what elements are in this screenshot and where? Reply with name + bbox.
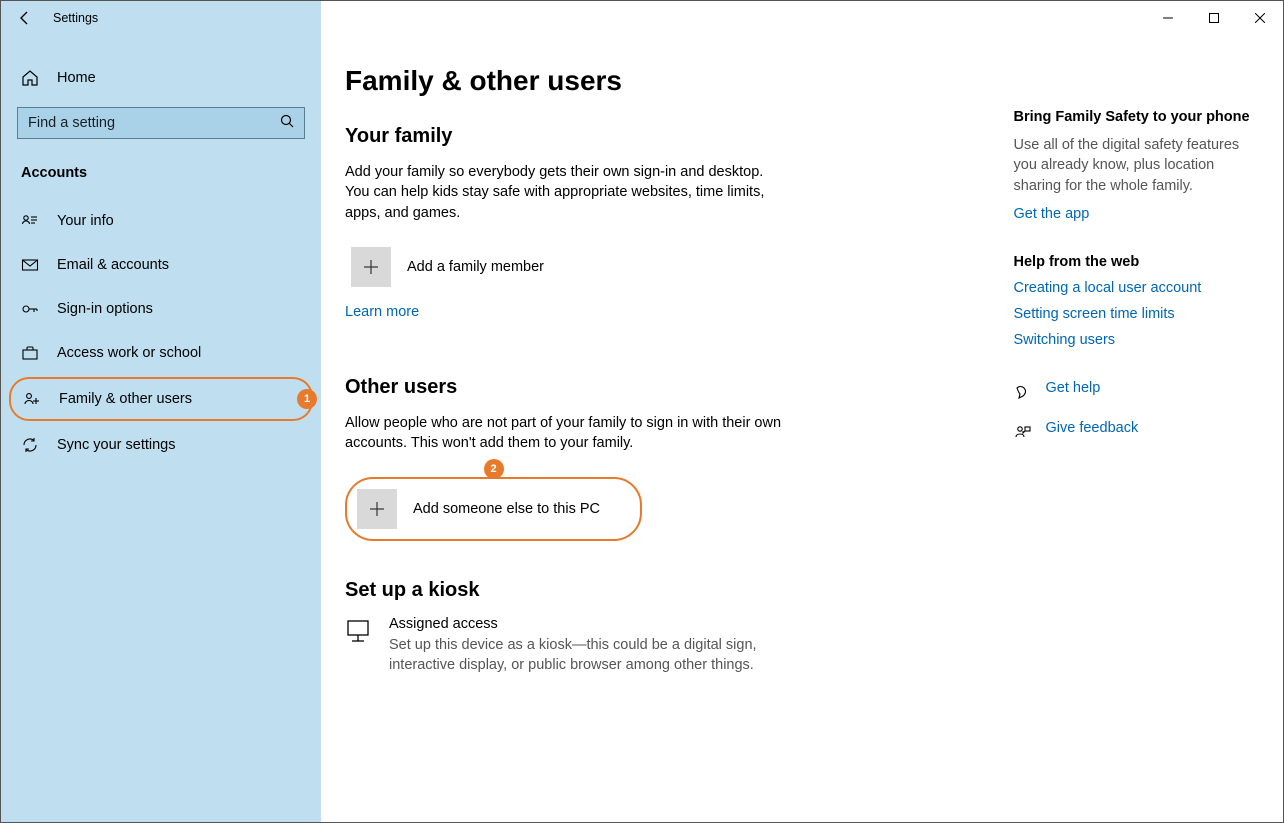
titlebar-left: Settings (1, 1, 321, 35)
other-users-desc: Allow people who are not part of your fa… (345, 413, 785, 454)
help-link-switching-users[interactable]: Switching users (1014, 332, 1260, 348)
sidebar-item-access-work-school[interactable]: Access work or school (1, 331, 321, 375)
sidebar-item-sync-settings[interactable]: Sync your settings (1, 423, 321, 467)
give-feedback-label[interactable]: Give feedback (1046, 420, 1139, 436)
assigned-access-title: Assigned access (389, 616, 789, 632)
page-title: Family & other users (345, 65, 974, 97)
kiosk-heading: Set up a kiosk (345, 579, 974, 602)
give-feedback-link[interactable]: Give feedback (1014, 420, 1260, 446)
window-controls (321, 1, 1283, 35)
sidebar-item-family-other-users[interactable]: Family & other users 1 (9, 377, 313, 421)
add-someone-else-button[interactable]: Add someone else to this PC (345, 477, 642, 541)
briefcase-icon (21, 344, 39, 362)
right-column: Bring Family Safety to your phone Use al… (1014, 65, 1260, 792)
help-web-heading: Help from the web (1014, 254, 1260, 270)
your-family-desc: Add your family so everybody gets their … (345, 162, 785, 223)
titlebar: Settings (1, 1, 1283, 35)
minimize-button[interactable] (1145, 1, 1191, 35)
key-icon (21, 300, 39, 318)
add-someone-else-label: Add someone else to this PC (413, 501, 600, 517)
maximize-button[interactable] (1191, 1, 1237, 35)
sidebar-item-your-info[interactable]: Your info (1, 199, 321, 243)
add-family-member-button[interactable]: Add a family member (345, 241, 974, 293)
close-button[interactable] (1237, 1, 1283, 35)
home-icon (21, 69, 39, 87)
nav-label: Access work or school (57, 345, 201, 361)
sidebar-item-sign-in-options[interactable]: Sign-in options (1, 287, 321, 331)
family-safety-desc: Use all of the digital safety features y… (1014, 135, 1260, 196)
plus-icon (351, 247, 391, 287)
get-the-app-link[interactable]: Get the app (1014, 206, 1260, 222)
add-family-member-label: Add a family member (407, 259, 544, 275)
mail-icon (21, 256, 39, 274)
assigned-access-desc: Set up this device as a kiosk—this could… (389, 636, 789, 675)
sync-icon (21, 436, 39, 454)
search-field[interactable] (28, 115, 280, 131)
feedback-icon (1014, 424, 1032, 442)
your-family-heading: Your family (345, 125, 974, 148)
help-link-local-user[interactable]: Creating a local user account (1014, 280, 1260, 296)
nav-label: Email & accounts (57, 257, 169, 273)
person-card-icon (21, 212, 39, 230)
family-safety-heading: Bring Family Safety to your phone (1014, 109, 1260, 125)
nav-label: Sign-in options (57, 301, 153, 317)
search-input[interactable] (17, 107, 305, 139)
annotation-badge-1: 1 (297, 389, 317, 409)
sidebar-section-label: Accounts (1, 157, 321, 199)
get-help-link[interactable]: Get help (1014, 380, 1260, 406)
sidebar: Home Accounts Your info Email & accounts (1, 35, 321, 822)
learn-more-link[interactable]: Learn more (345, 304, 419, 320)
back-icon[interactable] (17, 10, 33, 26)
nav-label: Your info (57, 213, 114, 229)
kiosk-icon (345, 616, 373, 649)
search-icon (280, 114, 294, 133)
other-users-heading: Other users (345, 376, 974, 399)
nav-label: Sync your settings (57, 437, 175, 453)
sidebar-home[interactable]: Home (1, 59, 321, 97)
home-label: Home (57, 70, 96, 86)
people-icon (23, 390, 41, 408)
main-content: Family & other users Your family Add you… (321, 35, 1283, 822)
nav-label: Family & other users (59, 391, 192, 407)
annotation-badge-2: 2 (484, 459, 504, 479)
get-help-label[interactable]: Get help (1046, 380, 1101, 396)
sidebar-item-email-accounts[interactable]: Email & accounts (1, 243, 321, 287)
help-link-screen-time[interactable]: Setting screen time limits (1014, 306, 1260, 322)
help-icon (1014, 384, 1032, 402)
plus-icon (357, 489, 397, 529)
assigned-access-button[interactable]: Assigned access Set up this device as a … (345, 616, 974, 675)
app-name: Settings (53, 11, 98, 25)
